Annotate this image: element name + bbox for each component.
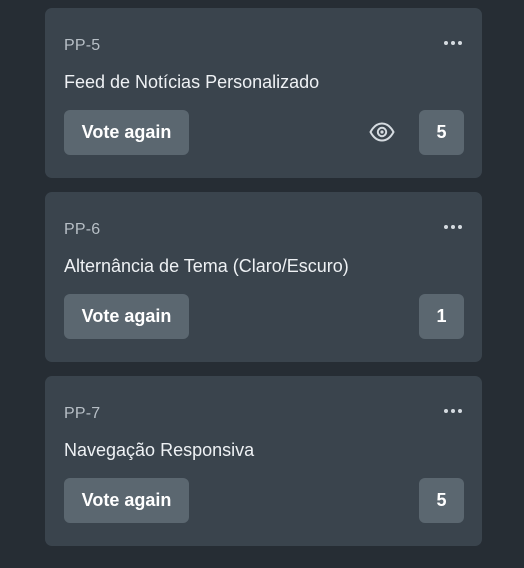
story-card: PP-5 Feed de Notícias Personalizado Vote… [45, 8, 482, 178]
more-horizontal-icon [444, 409, 448, 413]
story-card: PP-7 Navegação Responsiva Vote again 5 [45, 376, 482, 546]
more-options-button[interactable] [440, 214, 466, 240]
story-card: PP-6 Alternância de Tema (Claro/Escuro) … [45, 192, 482, 362]
story-key: PP-5 [64, 37, 101, 54]
vote-count-badge: 5 [419, 110, 464, 155]
vote-again-button[interactable]: Vote again [64, 110, 189, 155]
eye-icon[interactable] [369, 120, 395, 144]
vote-again-button[interactable]: Vote again [64, 478, 189, 523]
vote-again-button[interactable]: Vote again [64, 294, 189, 339]
story-key: PP-7 [64, 405, 101, 422]
more-options-button[interactable] [440, 398, 466, 424]
story-title: Alternância de Tema (Claro/Escuro) [64, 256, 349, 276]
more-horizontal-icon [444, 225, 448, 229]
more-horizontal-icon [444, 41, 448, 45]
story-key: PP-6 [64, 221, 101, 238]
more-options-button[interactable] [440, 30, 466, 56]
vote-count-badge: 1 [419, 294, 464, 339]
story-title: Feed de Notícias Personalizado [64, 72, 320, 92]
vote-count-badge: 5 [419, 478, 464, 523]
story-title: Navegação Responsiva [64, 440, 255, 460]
